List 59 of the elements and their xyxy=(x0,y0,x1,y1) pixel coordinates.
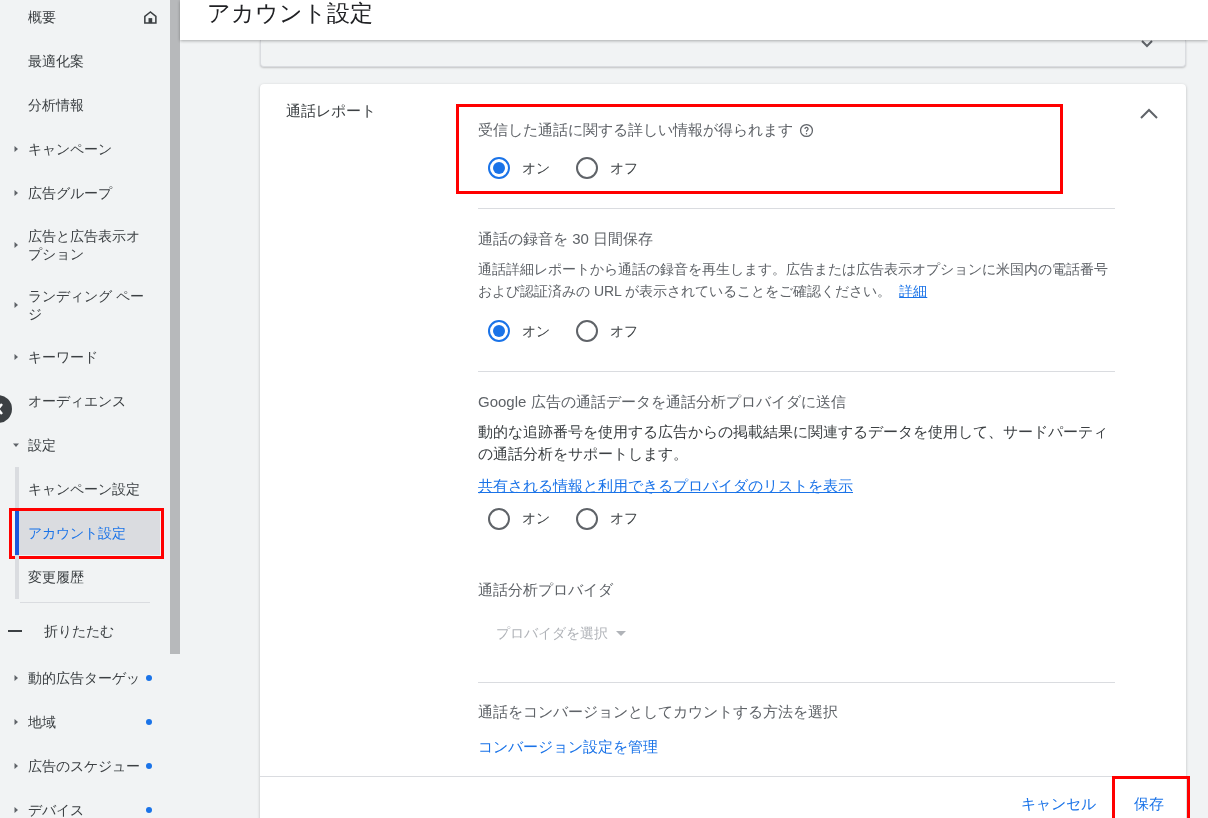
radio-label: オン xyxy=(522,321,550,341)
sidebar-item[interactable]: デバイス xyxy=(28,801,146,818)
conversion-settings-link[interactable]: コンバージョン設定を管理 xyxy=(478,735,1115,758)
sidebar-item[interactable]: 分析情報 xyxy=(28,96,146,114)
description-text: 動的な追跡番号を使用する広告からの掲載結果に関連するデータを使用して、サードパーティの通話分析をサポートします。 xyxy=(478,422,1109,464)
caret-right-icon xyxy=(13,302,19,308)
sidebar-item[interactable]: キーワード xyxy=(28,348,146,366)
collapse-button[interactable]: 折りたたむ xyxy=(44,620,114,642)
radio-button[interactable] xyxy=(488,320,510,342)
minus-icon xyxy=(8,630,22,632)
section-title: 通話をコンバージョンとしてカウントする方法を選択 xyxy=(478,702,838,723)
section-title: Google 広告の通話データを通話分析プロバイダに送信 xyxy=(478,391,846,412)
section-title: 通話の録音を 30 日間保存 xyxy=(478,228,654,249)
sidebar-item[interactable]: キャンペーン xyxy=(28,140,146,158)
chevron-up-icon[interactable] xyxy=(1140,108,1158,120)
caret-right-icon xyxy=(13,146,19,152)
provider-list-link[interactable]: 共有される情報と利用できるプロバイダのリストを表示 xyxy=(478,475,1115,498)
chevron-down-icon[interactable] xyxy=(1141,40,1153,48)
section-title: 通話分析プロバイダ xyxy=(478,580,613,601)
caret-right-icon xyxy=(13,675,19,681)
radio-label: オフ xyxy=(610,321,638,341)
sidebar-item[interactable]: ランディング ページ xyxy=(28,287,146,323)
radio-button[interactable] xyxy=(488,157,510,179)
save-button[interactable]: 保存 xyxy=(1122,787,1176,818)
caret-down-icon xyxy=(616,631,626,636)
help-icon[interactable] xyxy=(799,122,814,138)
page-title: アカウント設定 xyxy=(207,0,373,26)
caret-right-icon xyxy=(13,242,19,248)
scrollbar[interactable] xyxy=(170,0,180,654)
radio-label: オフ xyxy=(610,509,638,528)
details-link[interactable]: 詳細 xyxy=(899,283,928,299)
cancel-button[interactable]: キャンセル xyxy=(1009,787,1108,818)
sidebar-item[interactable]: 変更履歴 xyxy=(15,555,160,599)
caret-right-icon xyxy=(13,190,19,196)
card-title: 通話レポート xyxy=(286,101,377,121)
sidebar-item[interactable]: 地域 xyxy=(28,713,146,731)
sidebar-item[interactable]: 概要 xyxy=(27,8,144,26)
sidebar-item[interactable]: 広告と広告表示オプション xyxy=(28,227,146,263)
sidebar-item[interactable]: 広告のスケジュー xyxy=(28,757,146,775)
radio-button[interactable] xyxy=(488,507,510,530)
radio-label: オン xyxy=(522,158,550,178)
sidebar-item[interactable]: 設定 xyxy=(28,436,146,454)
caret-right-icon xyxy=(13,807,19,813)
description-text: 通話詳細レポートから通話の録音を再生します。広告または広告表示オプションに米国内の電話番号および認証済みの URL が表示されていることをご確認ください。 詳細 xyxy=(478,260,1109,301)
radio-label: オフ xyxy=(610,158,638,178)
caret-down-icon xyxy=(13,442,19,448)
sidebar-item[interactable]: キャンペーン設定 xyxy=(15,467,160,511)
radio-button[interactable] xyxy=(576,157,598,179)
caret-right-icon xyxy=(13,763,19,769)
radio-button[interactable] xyxy=(576,320,598,342)
section-title: 受信した通話に関する詳しい情報が得られます xyxy=(478,119,793,140)
caret-right-icon xyxy=(13,354,19,360)
sidebar-item[interactable]: オーディエンス xyxy=(28,392,146,410)
radio-label: オン xyxy=(522,509,550,528)
sidebar-item[interactable]: 広告グループ xyxy=(28,184,146,202)
sidebar-item[interactable]: 最適化案 xyxy=(28,52,146,70)
sidebar-item[interactable]: 動的広告ターゲッ xyxy=(28,669,146,687)
radio-button[interactable] xyxy=(576,507,598,530)
caret-right-icon xyxy=(13,719,19,725)
